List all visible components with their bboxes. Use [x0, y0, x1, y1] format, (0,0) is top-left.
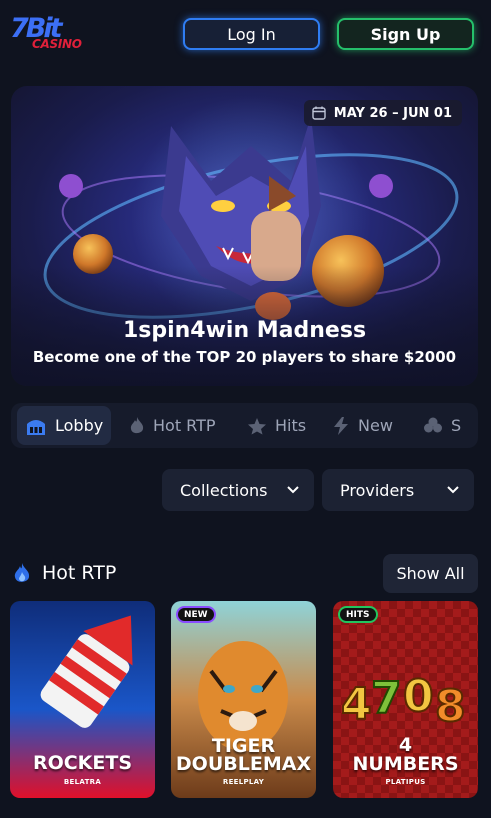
- game-title: ROCKETS: [32, 752, 133, 774]
- tab-hits[interactable]: Hits: [247, 406, 306, 445]
- date-badge: MAY 26 – JUN 01: [303, 100, 462, 126]
- site-logo[interactable]: 7Bit CASINO: [10, 15, 82, 55]
- collections-dropdown[interactable]: Collections: [162, 469, 314, 511]
- svg-text:4: 4: [341, 679, 372, 730]
- logo-sub: CASINO: [32, 37, 82, 51]
- game-card-tiger-doublemax[interactable]: NEW TIGER DOUBLEMAX REELPLAY: [171, 601, 316, 798]
- game-provider: REELPLAY: [222, 778, 265, 786]
- top-header: 7Bit CASINO Log In Sign Up: [0, 0, 491, 68]
- lightning-icon: [334, 416, 348, 435]
- section-title: Hot RTP: [42, 562, 117, 584]
- blue-flame-icon: [14, 563, 30, 582]
- tab-label: S: [451, 416, 462, 435]
- tab-new[interactable]: New: [332, 406, 393, 445]
- collections-label: Collections: [180, 480, 268, 500]
- show-all-button[interactable]: Show All: [383, 554, 478, 593]
- game-provider: PLATIPUS: [385, 778, 426, 786]
- tab-label: Lobby: [55, 416, 104, 435]
- svg-text:0: 0: [403, 671, 434, 722]
- svg-text:8: 8: [435, 681, 466, 732]
- chevron-down-icon: [287, 486, 299, 494]
- chevron-down-icon: [447, 486, 459, 494]
- banner-title: 1spin4win Madness: [122, 318, 367, 343]
- promo-banner[interactable]: MAY 26 – JUN 01 1spin4win Madness Become…: [11, 86, 478, 386]
- section-header: Hot RTP: [12, 562, 116, 584]
- tab-label: Hot RTP: [153, 416, 216, 435]
- game-title-line2: DOUBLEMAX: [175, 753, 312, 775]
- hits-badge: HITS: [338, 606, 378, 623]
- stars-icon: [248, 417, 266, 434]
- login-button[interactable]: Log In: [183, 18, 320, 50]
- tab-lobby[interactable]: Lobby: [17, 406, 112, 445]
- date-range: MAY 26 – JUN 01: [333, 105, 452, 121]
- calendar-icon: [312, 106, 326, 120]
- flame-icon: [130, 416, 144, 433]
- tab-hot-rtp[interactable]: Hot RTP: [129, 406, 216, 445]
- game-provider: BELATRA: [63, 778, 102, 786]
- signup-button[interactable]: Sign Up: [337, 18, 474, 50]
- providers-label: Providers: [340, 480, 415, 500]
- tab-label: New: [358, 416, 393, 435]
- game-card-4-numbers[interactable]: 4 7 0 8 HITS 4 NUMBERS PLATIPUS: [333, 601, 478, 798]
- svg-text:7: 7: [371, 673, 402, 724]
- banner-subtitle: Become one of the TOP 20 players to shar…: [32, 348, 457, 366]
- tab-s[interactable]: S: [423, 406, 461, 445]
- game-card-rockets[interactable]: ROCKETS BELATRA: [10, 601, 155, 798]
- category-tabs: Lobby Hot RTP Hits New S: [11, 403, 478, 448]
- providers-dropdown[interactable]: Providers: [322, 469, 474, 511]
- tab-label: Hits: [275, 416, 307, 435]
- game-title-line2: NUMBERS: [352, 753, 459, 775]
- clover-icon: [424, 417, 442, 432]
- lobby-icon: [27, 419, 45, 435]
- new-badge: NEW: [176, 606, 216, 623]
